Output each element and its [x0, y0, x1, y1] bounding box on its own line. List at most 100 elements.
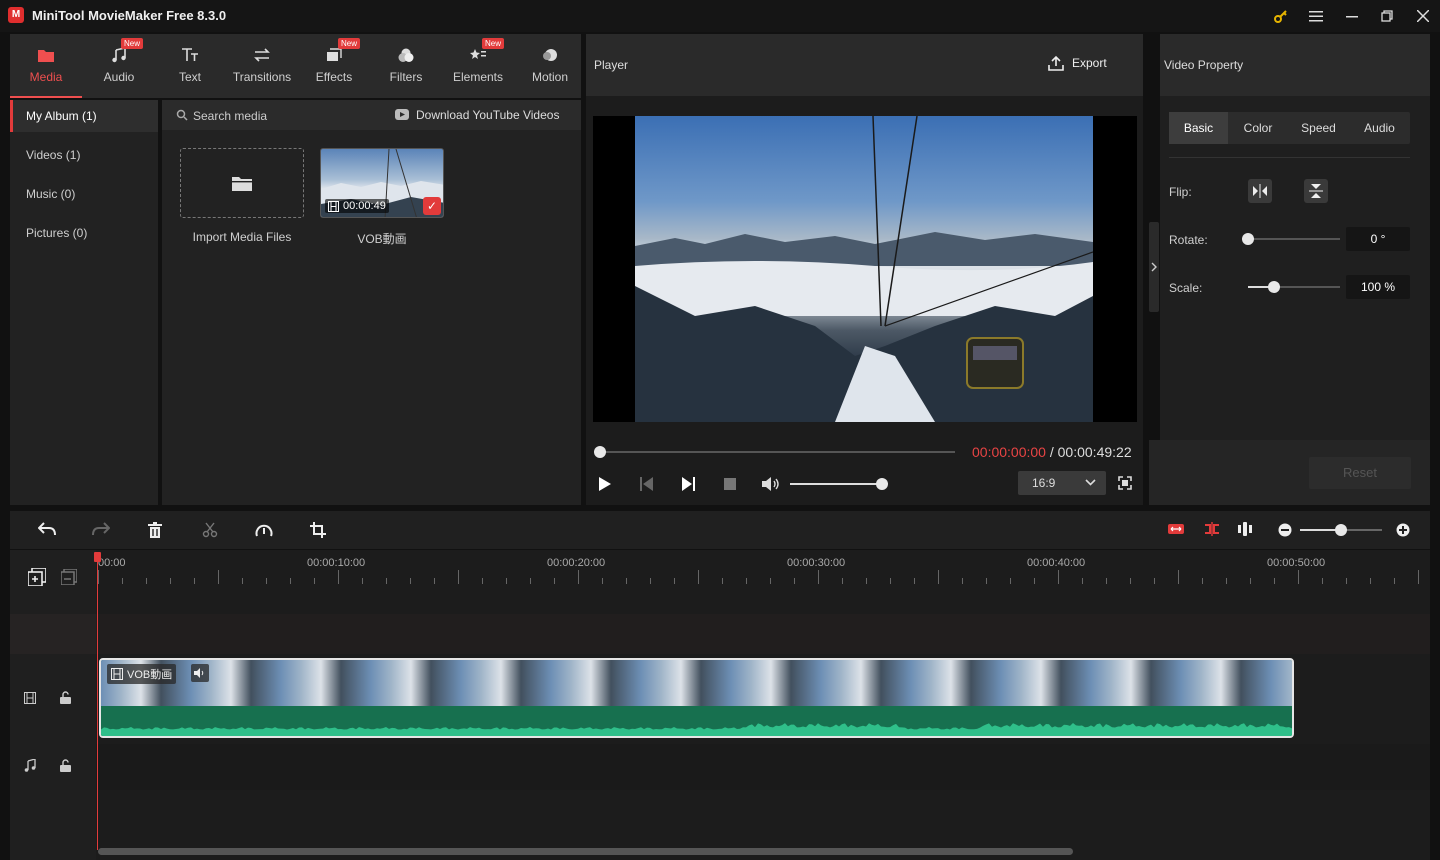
ruler-tick — [1202, 578, 1203, 584]
playhead-handle[interactable] — [94, 552, 101, 562]
ruler-tick — [914, 578, 915, 584]
ruler-tick — [170, 578, 171, 584]
redo-icon[interactable] — [92, 522, 110, 536]
ruler-tick — [578, 570, 579, 584]
ruler-tick — [1178, 570, 1179, 584]
ruler-tick — [1010, 578, 1011, 584]
ruler-tick — [962, 578, 963, 584]
playback-progress-track[interactable] — [600, 451, 955, 453]
key-icon[interactable] — [1269, 4, 1293, 28]
ruler-tick — [746, 578, 747, 584]
ruler-tick — [362, 578, 363, 584]
chevron-right-icon — [1151, 262, 1157, 272]
ruler-tick — [1130, 578, 1131, 584]
sidebar-item-videos[interactable]: Videos (1) — [10, 139, 158, 171]
scale-slider-knob[interactable] — [1267, 281, 1280, 293]
next-frame-icon[interactable] — [681, 477, 695, 491]
previous-frame-icon[interactable] — [640, 477, 654, 491]
ruler-tick — [626, 578, 627, 584]
tab-transitions[interactable]: Transitions — [228, 34, 296, 98]
rotate-slider-knob[interactable] — [1242, 233, 1254, 245]
undo-icon[interactable] — [38, 522, 56, 536]
empty-track[interactable] — [96, 614, 1430, 654]
tab-media[interactable]: Media — [10, 34, 82, 98]
split-scissors-icon[interactable] — [202, 522, 218, 538]
remove-track-icon[interactable] — [61, 569, 77, 585]
tab-effects[interactable]: New Effects — [300, 34, 368, 98]
ruler-tick — [1250, 578, 1251, 584]
zoom-slider-knob[interactable] — [1335, 524, 1347, 536]
time-separator: / — [1045, 444, 1058, 460]
unlock-icon[interactable] — [60, 691, 71, 704]
search-input[interactable]: Search media — [193, 109, 267, 123]
timeline-scrollbar[interactable] — [98, 848, 1073, 855]
tab-color[interactable]: Color — [1228, 112, 1288, 144]
ruler-tick — [434, 578, 435, 584]
download-youtube-button[interactable]: Download YouTube Videos — [416, 108, 559, 122]
ruler-tick — [938, 570, 939, 584]
reset-button[interactable]: Reset — [1309, 457, 1411, 489]
zoom-in-icon[interactable] — [1396, 523, 1410, 537]
flip-horizontal-icon[interactable] — [1248, 179, 1272, 203]
add-track-icon[interactable] — [28, 568, 46, 586]
playhead[interactable] — [97, 552, 98, 850]
stop-icon[interactable] — [724, 478, 736, 490]
sidebar-item-pictures[interactable]: Pictures (0) — [10, 217, 158, 249]
ruler-tick — [458, 570, 459, 584]
tab-motion[interactable]: Motion — [516, 34, 584, 98]
timeline-video-clip[interactable]: VOB動画 — [99, 658, 1294, 738]
ruler-tick — [1106, 578, 1107, 584]
audio-track[interactable] — [96, 744, 1430, 790]
minimize-icon[interactable] — [1340, 4, 1364, 28]
unlock-icon[interactable] — [60, 759, 71, 772]
clip-label: VOB動画 — [107, 664, 177, 684]
ruler-tick — [554, 578, 555, 584]
menu-icon[interactable] — [1304, 4, 1328, 28]
folder-icon — [231, 174, 253, 192]
playback-progress-knob[interactable] — [594, 446, 606, 458]
video-preview[interactable] — [593, 116, 1137, 422]
tab-filters[interactable]: Filters — [372, 34, 440, 98]
rotate-label: Rotate: — [1169, 233, 1208, 247]
tab-transitions-label: Transitions — [232, 70, 292, 84]
delete-icon[interactable] — [148, 522, 162, 538]
ruler-tick — [866, 578, 867, 584]
tab-audio[interactable]: New Audio — [85, 34, 153, 98]
zoom-out-icon[interactable] — [1278, 523, 1292, 537]
volume-fill — [790, 483, 882, 485]
scale-label: Scale: — [1169, 281, 1203, 295]
fullscreen-icon[interactable] — [1118, 476, 1132, 490]
sidebar-item-my-album[interactable]: My Album (1) — [10, 100, 158, 132]
speed-icon[interactable] — [255, 522, 273, 538]
import-media-button[interactable] — [180, 148, 304, 218]
volume-icon[interactable] — [762, 477, 780, 491]
crop-icon[interactable] — [310, 522, 326, 538]
tab-audio-property[interactable]: Audio — [1349, 112, 1410, 144]
tab-text[interactable]: Text — [158, 34, 222, 98]
rotate-slider-track[interactable] — [1248, 238, 1340, 240]
aspect-ratio-select[interactable]: 16:9 — [1018, 471, 1106, 495]
media-thumbnail[interactable]: 00:00:49 ✓ — [320, 148, 444, 218]
close-icon[interactable] — [1411, 4, 1435, 28]
export-button[interactable]: Export — [1048, 55, 1107, 71]
panel-collapse-handle[interactable] — [1149, 222, 1159, 312]
rotate-value[interactable]: 0 ° — [1346, 227, 1410, 251]
audio-mixer-icon[interactable] — [1238, 522, 1252, 536]
tab-elements[interactable]: New Elements — [444, 34, 512, 98]
maximize-icon[interactable] — [1375, 4, 1399, 28]
snap-icon[interactable] — [1204, 522, 1220, 536]
tab-basic[interactable]: Basic — [1169, 112, 1228, 144]
ruler-tick — [194, 578, 195, 584]
check-icon[interactable]: ✓ — [423, 197, 441, 215]
timeline-ruler[interactable]: 00:00 00:00:10:00 00:00:20:00 00:00:30:0… — [96, 550, 1430, 598]
scale-value[interactable]: 100 % — [1346, 275, 1410, 299]
fit-to-timeline-icon[interactable] — [1168, 522, 1184, 536]
tab-speed[interactable]: Speed — [1288, 112, 1349, 144]
volume-knob[interactable] — [876, 478, 888, 490]
sidebar-item-music[interactable]: Music (0) — [10, 178, 158, 210]
play-icon[interactable] — [598, 476, 612, 492]
ruler-tick — [1370, 578, 1371, 584]
clip-volume-icon[interactable] — [191, 664, 209, 682]
flip-vertical-icon[interactable] — [1304, 179, 1328, 203]
ruler-tick — [482, 578, 483, 584]
